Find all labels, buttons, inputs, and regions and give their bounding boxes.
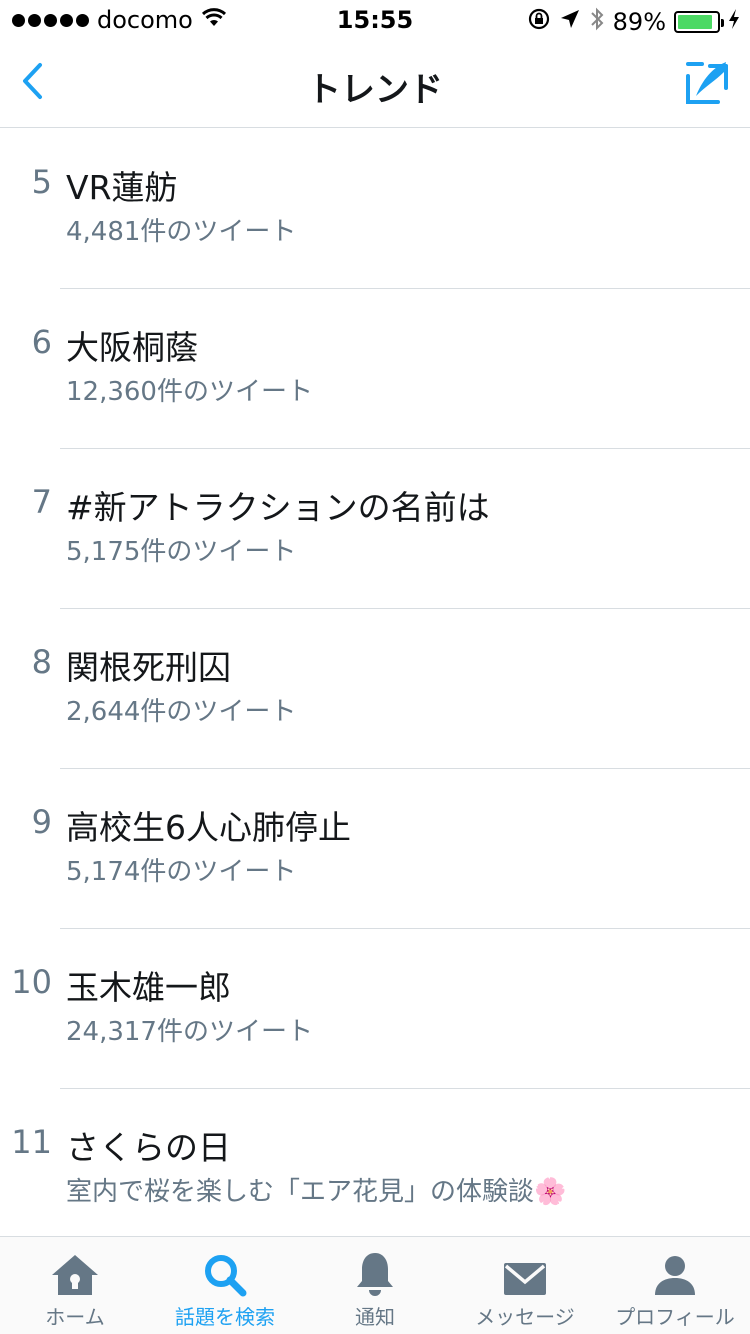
page-title: トレンド xyxy=(307,70,443,110)
trend-item[interactable]: 5 VR蓮舫 4,481件のツイート xyxy=(0,129,750,289)
trend-rank: 7 xyxy=(31,483,52,521)
trend-tweet-count: 4,481件のツイート xyxy=(66,217,297,247)
trend-item[interactable]: 9 高校生6人心肺停止 5,174件のツイート xyxy=(0,769,750,929)
trend-name: #新アトラクションの名前は xyxy=(66,488,490,527)
trend-name: 大阪桐蔭 xyxy=(66,328,198,367)
trend-tweet-count: 2,644件のツイート xyxy=(66,697,297,727)
status-bar: docomo 15:55 89% xyxy=(0,0,750,40)
battery-icon xyxy=(674,11,724,33)
home-icon xyxy=(50,1251,100,1297)
tab-profile-label: プロフィール xyxy=(615,1305,735,1329)
tab-notifications[interactable]: 通知 xyxy=(300,1237,450,1334)
trend-rank: 9 xyxy=(31,803,52,841)
bluetooth-icon xyxy=(589,6,605,38)
trend-description: 室内で桜を楽しむ「エア花見」の体験談🌸 xyxy=(66,1177,567,1207)
rotation-lock-icon xyxy=(527,7,551,37)
battery-fill xyxy=(678,15,712,29)
tab-home[interactable]: ホーム xyxy=(0,1237,150,1334)
trend-name: VR蓮舫 xyxy=(66,168,178,207)
location-arrow-icon xyxy=(559,8,581,36)
tab-notifications-label: 通知 xyxy=(355,1305,395,1329)
trend-item[interactable]: 10 玉木雄一郎 24,317件のツイート xyxy=(0,929,750,1089)
trend-rank: 11 xyxy=(11,1123,52,1161)
trend-tweet-count: 5,174件のツイート xyxy=(66,857,297,887)
trend-name: さくらの日 xyxy=(66,1128,231,1167)
bell-icon xyxy=(355,1251,395,1297)
trend-rank: 8 xyxy=(31,643,52,681)
search-icon xyxy=(203,1251,247,1297)
trend-rank: 6 xyxy=(31,323,52,361)
navigation-bar: トレンド xyxy=(0,40,750,128)
trend-item[interactable]: 11 さくらの日 室内で桜を楽しむ「エア花見」の体験談🌸 xyxy=(0,1089,750,1249)
trend-item[interactable]: 7 #新アトラクションの名前は 5,175件のツイート xyxy=(0,449,750,609)
trend-rank: 5 xyxy=(31,163,52,201)
status-right: 89% xyxy=(527,6,740,38)
battery-percent: 89% xyxy=(612,8,666,36)
tab-search-label: 話題を検索 xyxy=(175,1305,275,1329)
compose-quill-icon xyxy=(682,62,732,112)
compose-tweet-button[interactable] xyxy=(682,58,732,108)
trend-item[interactable]: 6 大阪桐蔭 12,360件のツイート xyxy=(0,289,750,449)
trend-item[interactable]: 8 関根死刑囚 2,644件のツイート xyxy=(0,609,750,769)
trend-tweet-count: 12,360件のツイート xyxy=(66,377,313,407)
trend-name: 関根死刑囚 xyxy=(66,648,231,687)
tab-home-label: ホーム xyxy=(45,1305,105,1329)
trend-tweet-count: 5,175件のツイート xyxy=(66,537,297,567)
tab-bar: ホーム 話題を検索 通知 メッセージ プロフィール xyxy=(0,1236,750,1334)
person-icon xyxy=(653,1251,697,1297)
trend-rank: 10 xyxy=(11,963,52,1001)
trend-tweet-count: 24,317件のツイート xyxy=(66,1017,313,1047)
trends-list: 5 VR蓮舫 4,481件のツイート 6 大阪桐蔭 12,360件のツイート 7… xyxy=(0,129,750,1249)
envelope-icon xyxy=(502,1251,548,1297)
charging-bolt-icon xyxy=(728,8,740,36)
tab-messages[interactable]: メッセージ xyxy=(450,1237,600,1334)
trend-name: 玉木雄一郎 xyxy=(66,968,231,1007)
tab-messages-label: メッセージ xyxy=(475,1305,575,1329)
tab-search[interactable]: 話題を検索 xyxy=(150,1237,300,1334)
tab-profile[interactable]: プロフィール xyxy=(600,1237,750,1334)
trend-name: 高校生6人心肺停止 xyxy=(66,808,351,847)
